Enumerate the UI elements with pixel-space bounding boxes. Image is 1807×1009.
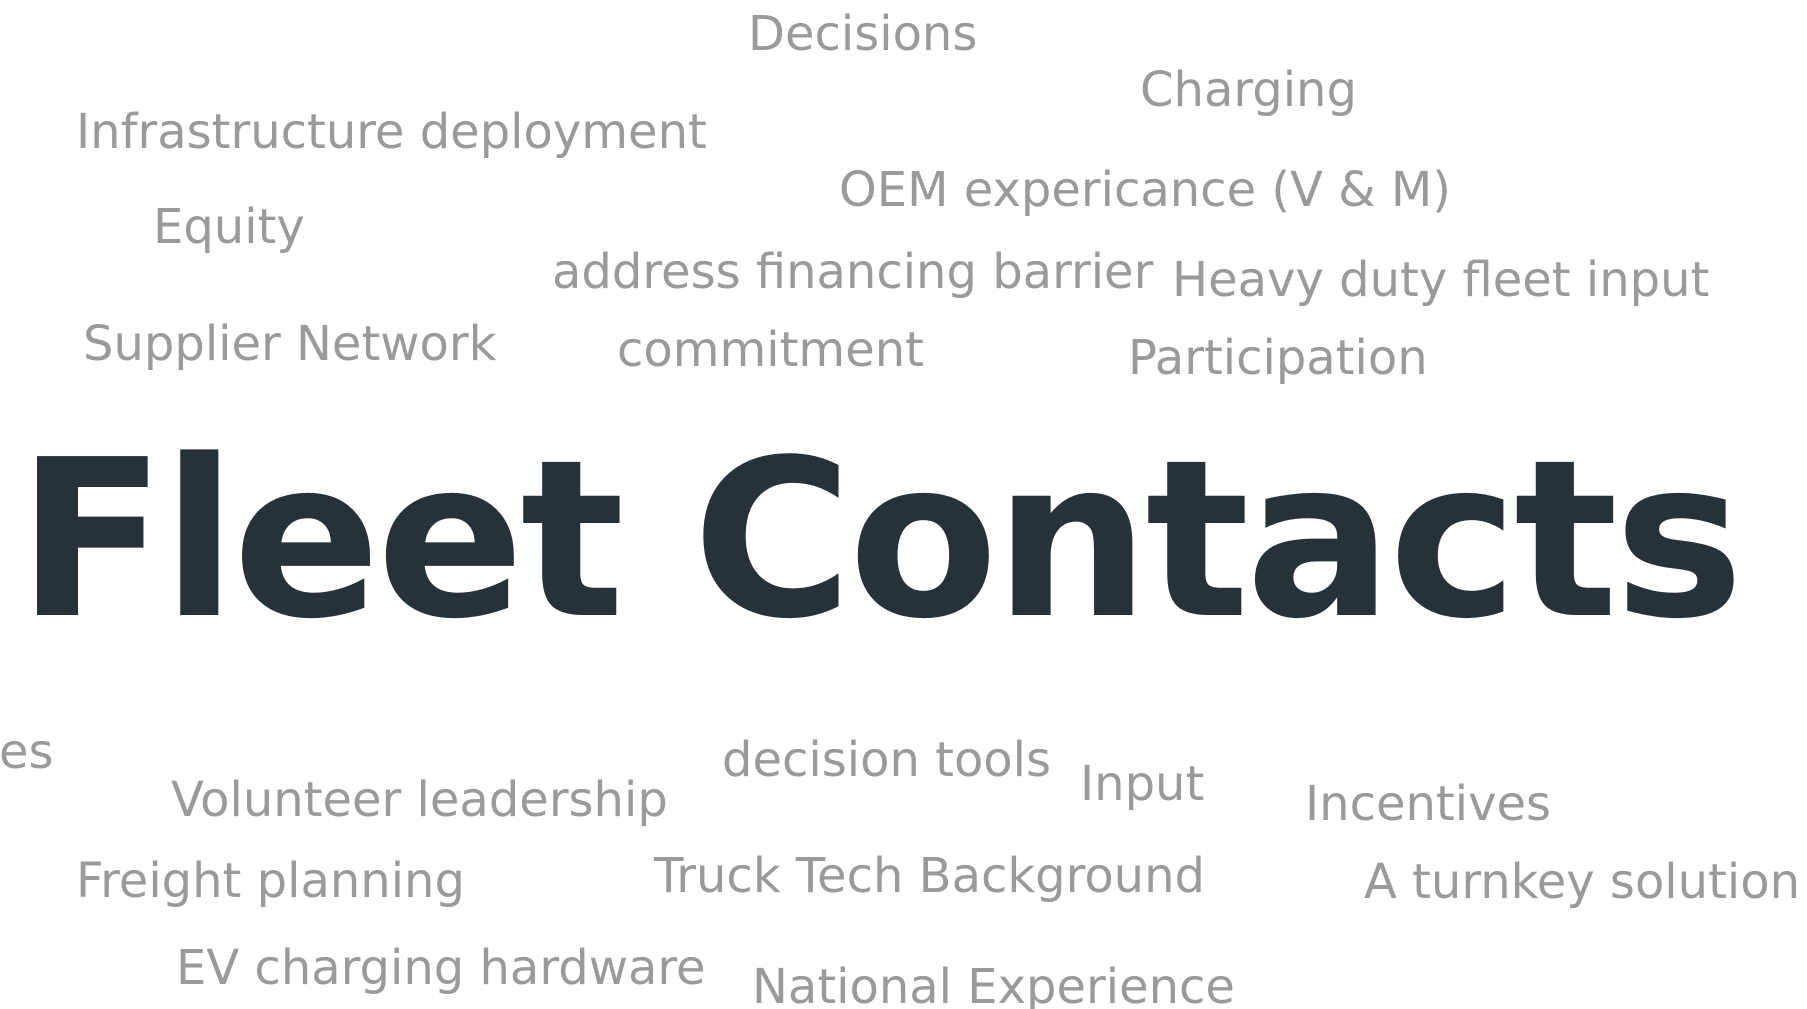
word-infrastructure-deployment: Infrastructure deployment: [76, 104, 707, 160]
word-practices: ctices: [0, 724, 54, 780]
word-supplier-network: Supplier Network: [83, 316, 497, 372]
word-national-experience: National Experience: [752, 959, 1235, 1009]
word-input: Input: [1080, 756, 1205, 812]
word-participation: Participation: [1128, 330, 1428, 386]
word-decision-tools: decision tools: [722, 732, 1052, 788]
word-volunteer-leadership: Volunteer leadership: [171, 772, 668, 828]
word-equity: Equity: [153, 199, 305, 255]
word-turnkey-solution: A turnkey solution: [1364, 854, 1801, 910]
word-commitment: commitment: [617, 322, 924, 378]
word-decisions: Decisions: [748, 6, 978, 62]
word-oem-expericance: OEM expericance (V & M): [839, 162, 1451, 218]
word-ev-charging-hardware: EV charging hardware: [176, 940, 706, 996]
word-charging: Charging: [1140, 62, 1357, 118]
word-truck-tech-background: Truck Tech Background: [654, 848, 1205, 904]
word-heavy-duty-fleet-input: Heavy duty fleet input: [1172, 252, 1710, 308]
word-freight-planning: Freight planning: [76, 853, 465, 909]
word-cloud: Decisions Charging Infrastructure deploy…: [0, 0, 1807, 1009]
cloud-title: Fleet Contacts: [17, 414, 1744, 667]
word-incentives: Incentives: [1305, 776, 1552, 832]
word-address-financing-barrier: address financing barrier: [552, 244, 1154, 300]
